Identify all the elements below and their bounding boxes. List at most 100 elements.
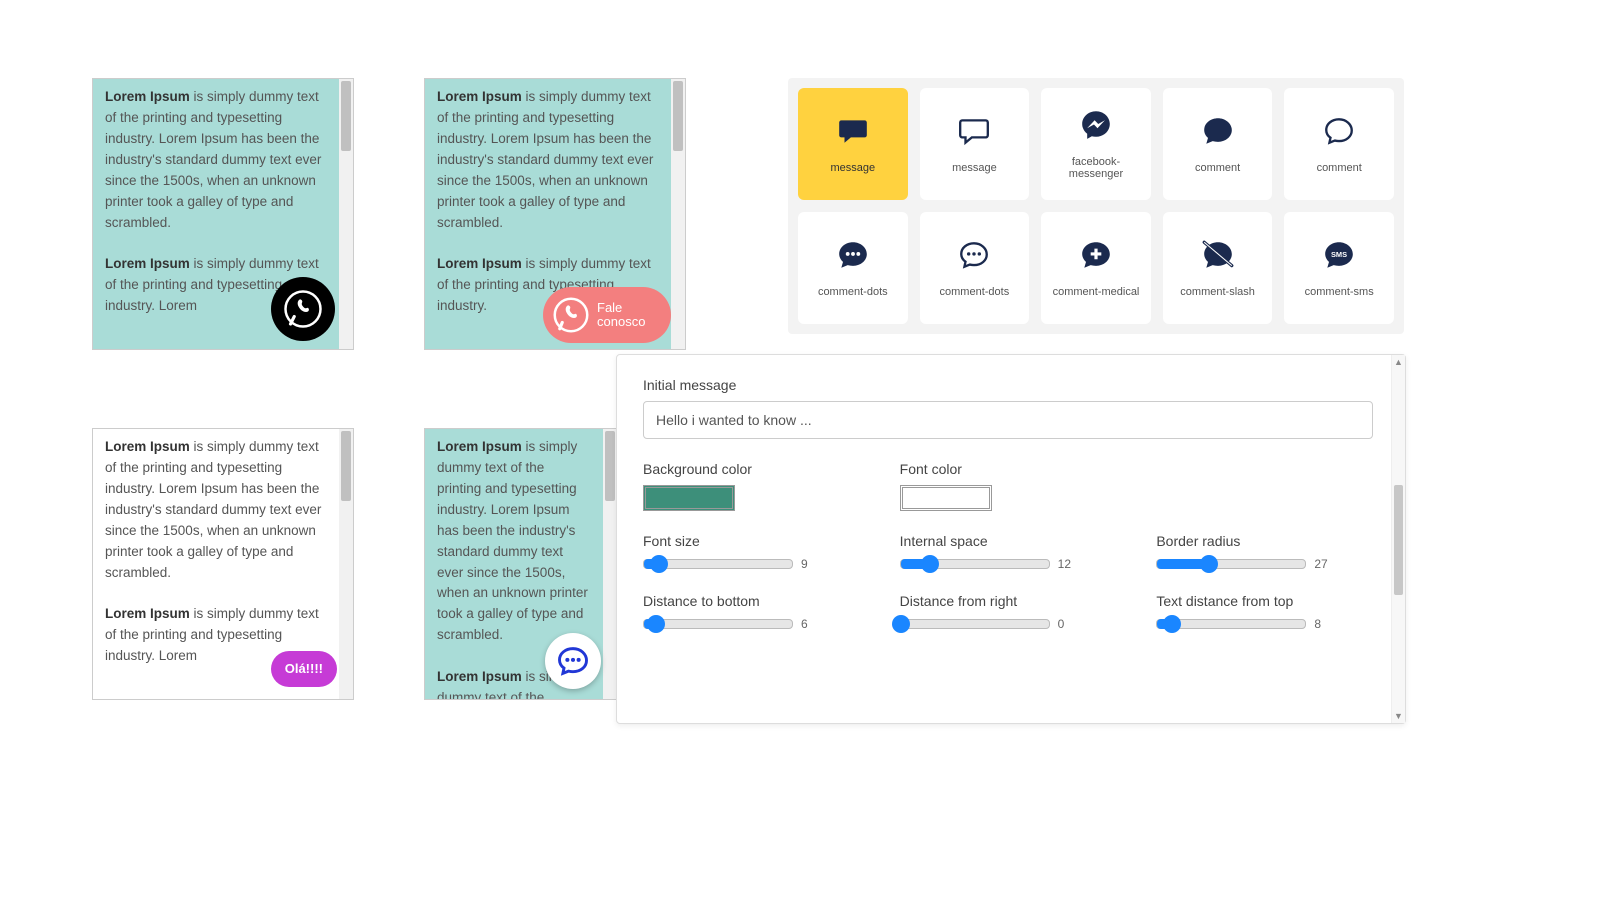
slider-label: Font size <box>643 533 860 549</box>
chat-badge-label: Fale conosco <box>597 301 655 330</box>
slider-1[interactable] <box>900 559 1050 569</box>
icon-option-comment-medical[interactable]: comment-medical <box>1041 212 1151 324</box>
icon-label: message <box>952 162 997 174</box>
text: is simply dummy text of the printing and… <box>105 439 321 580</box>
preview-panel-4: Lorem Ipsum is simply dummy text of the … <box>424 428 618 700</box>
slider-value: 8 <box>1314 617 1332 631</box>
font-color-label: Font color <box>900 461 1117 477</box>
scroll-up-icon[interactable]: ▲ <box>1392 355 1405 369</box>
icon-label: facebook-messenger <box>1045 156 1147 180</box>
icon-option-comment-slash[interactable]: comment-slash <box>1163 212 1273 324</box>
message-icon <box>836 114 870 148</box>
comment-sms-icon: SMS <box>1322 238 1356 272</box>
message-outline-icon <box>957 114 991 148</box>
text: is simply dummy text of the printing and… <box>437 439 588 642</box>
text: is simply dummy text of the printing and… <box>437 89 653 230</box>
icon-option-comment-outline[interactable]: comment <box>1284 88 1394 200</box>
icon-option-message[interactable]: message <box>798 88 908 200</box>
comment-medical-icon <box>1079 238 1113 272</box>
slider-4[interactable] <box>900 619 1050 629</box>
slider-value: 27 <box>1314 557 1332 571</box>
slider-label: Internal space <box>900 533 1117 549</box>
text: is simply dummy text of the printing and… <box>105 89 321 230</box>
icon-option-comment-sms[interactable]: SMS comment-sms <box>1284 212 1394 324</box>
text-bold: Lorem Ipsum <box>105 606 190 621</box>
facebook-messenger-icon <box>1079 108 1113 142</box>
slider-3[interactable] <box>643 619 793 629</box>
text-bold: Lorem Ipsum <box>437 89 522 104</box>
icon-option-message-outline[interactable]: message <box>920 88 1030 200</box>
scrollbar[interactable] <box>603 429 617 699</box>
comment-slash-icon <box>1201 238 1235 272</box>
preview-panel-2: Lorem Ipsum is simply dummy text of the … <box>424 78 686 350</box>
scrollbar-thumb[interactable] <box>673 81 683 151</box>
slider-label: Distance from right <box>900 593 1117 609</box>
scroll-down-icon[interactable]: ▼ <box>1392 709 1405 723</box>
text-bold: Lorem Ipsum <box>437 256 522 271</box>
icon-option-facebook-messenger[interactable]: facebook-messenger <box>1041 88 1151 200</box>
slider-0[interactable] <box>643 559 793 569</box>
scrollbar-thumb[interactable] <box>341 81 351 151</box>
icon-label: message <box>830 162 875 174</box>
icon-label: comment-medical <box>1053 286 1140 298</box>
icon-option-comment-dots-outline[interactable]: comment-dots <box>920 212 1030 324</box>
slider-value: 9 <box>801 557 819 571</box>
scrollbar-thumb[interactable] <box>341 431 351 501</box>
chat-badge-label: Olá!!!! <box>285 662 323 676</box>
text-bold: Lorem Ipsum <box>437 439 522 454</box>
initial-message-label: Initial message <box>643 377 1379 393</box>
comment-dots-icon <box>555 643 591 679</box>
slider-thumb[interactable] <box>1200 555 1218 573</box>
slider-thumb[interactable] <box>1163 615 1181 633</box>
bg-color-picker[interactable] <box>643 485 735 511</box>
text-bold: Lorem Ipsum <box>105 89 190 104</box>
initial-message-input[interactable] <box>643 401 1373 439</box>
comment-dots-outline-icon <box>957 238 991 272</box>
icon-label: comment-dots <box>818 286 888 298</box>
scrollbar[interactable]: ▲ ▼ <box>1391 355 1405 723</box>
slider-label: Distance to bottom <box>643 593 860 609</box>
scrollbar-thumb[interactable] <box>605 431 615 501</box>
text-bold: Lorem Ipsum <box>105 439 190 454</box>
chat-badge-whatsapp-dark[interactable] <box>271 277 335 341</box>
comment-outline-icon <box>1322 114 1356 148</box>
chat-badge-comment-dots[interactable] <box>545 633 601 689</box>
slider-label: Text distance from top <box>1156 593 1373 609</box>
scrollbar[interactable] <box>339 79 353 349</box>
icon-label: comment <box>1317 162 1362 174</box>
scrollbar[interactable] <box>339 429 353 699</box>
slider-thumb[interactable] <box>921 555 939 573</box>
bg-color-label: Background color <box>643 461 860 477</box>
icon-label: comment-sms <box>1305 286 1374 298</box>
chat-badge-ola[interactable]: Olá!!!! <box>271 651 337 687</box>
icon-option-comment-dots-solid[interactable]: comment-dots <box>798 212 908 324</box>
font-color-picker[interactable] <box>900 485 992 511</box>
whatsapp-icon <box>551 295 591 335</box>
scrollbar-thumb[interactable] <box>1394 485 1403 595</box>
slider-2[interactable] <box>1156 559 1306 569</box>
preview-panel-1: Lorem Ipsum is simply dummy text of the … <box>92 78 354 350</box>
chat-badge-fale-conosco[interactable]: Fale conosco <box>543 287 671 343</box>
whatsapp-icon <box>283 289 323 329</box>
scrollbar[interactable] <box>671 79 685 349</box>
icon-picker-grid: message message facebook-messenger comme… <box>788 78 1404 334</box>
comment-icon <box>1201 114 1235 148</box>
text-bold: Lorem Ipsum <box>105 256 190 271</box>
slider-value: 6 <box>801 617 819 631</box>
slider-value: 0 <box>1058 617 1076 631</box>
settings-panel: Initial message Background color Font co… <box>616 354 1406 724</box>
text-bold: Lorem Ipsum <box>437 669 522 684</box>
slider-5[interactable] <box>1156 619 1306 629</box>
icon-label: comment-dots <box>940 286 1010 298</box>
icon-option-comment-solid[interactable]: comment <box>1163 88 1273 200</box>
svg-text:SMS: SMS <box>1331 250 1347 259</box>
preview-panel-3: Lorem Ipsum is simply dummy text of the … <box>92 428 354 700</box>
slider-label: Border radius <box>1156 533 1373 549</box>
slider-thumb[interactable] <box>647 615 665 633</box>
slider-thumb[interactable] <box>892 615 910 633</box>
slider-thumb[interactable] <box>650 555 668 573</box>
slider-value: 12 <box>1058 557 1076 571</box>
icon-label: comment-slash <box>1180 286 1255 298</box>
icon-label: comment <box>1195 162 1240 174</box>
comment-dots-icon <box>836 238 870 272</box>
